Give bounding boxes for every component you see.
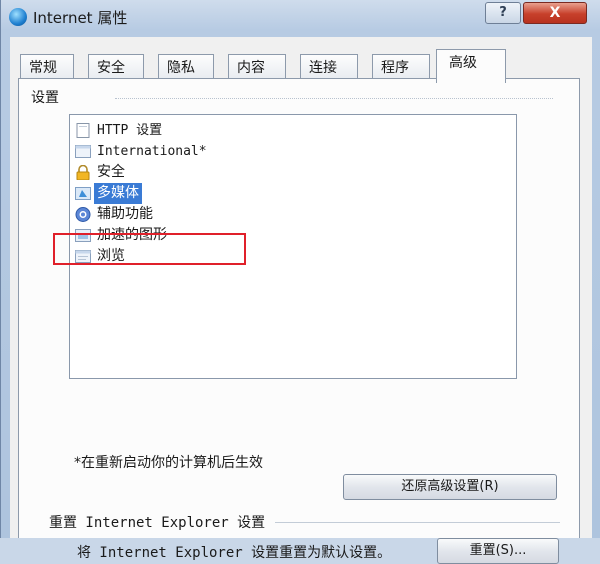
help-button[interactable]: ? [485, 2, 521, 24]
tree-item-label: HTTP 设置 [97, 123, 163, 138]
highlight-annotation-box [53, 233, 246, 265]
advanced-tab-page: 设置 HTTP 设置 International* 安全 多媒体 辅助功能 加速… [18, 78, 580, 564]
tab-advanced[interactable]: 高级 [436, 49, 506, 83]
internet-properties-window: Internet 属性 ? X 常规 安全 隐私 内容 连接 程序 高级 设置 … [0, 0, 600, 564]
tab-general[interactable]: 常规 [20, 54, 74, 80]
restart-note: *在重新启动你的计算机后生效 [74, 455, 263, 471]
tab-connections[interactable]: 连接 [300, 54, 358, 80]
tree-item-label: 安全 [97, 164, 125, 180]
tab-security[interactable]: 安全 [88, 54, 144, 80]
window-title: Internet 属性 [33, 9, 128, 27]
tab-programs[interactable]: 程序 [372, 54, 430, 80]
tree-item-label: 辅助功能 [97, 206, 153, 222]
accessibility-icon [75, 207, 91, 222]
tab-content[interactable]: 内容 [228, 54, 286, 80]
restore-advanced-settings-button[interactable]: 还原高级设置(R) [343, 474, 557, 500]
media-icon [75, 186, 91, 201]
tab-strip: 常规 安全 隐私 内容 连接 程序 高级 [20, 49, 580, 83]
dialog-body: 常规 安全 隐私 内容 连接 程序 高级 设置 HTTP 设置 Internat… [10, 37, 592, 564]
settings-group-label: 设置 [31, 90, 59, 106]
reset-section-divider [275, 522, 560, 523]
close-button[interactable]: X [523, 2, 587, 24]
tree-item-label: International* [97, 144, 207, 159]
reset-section-heading: 重置 Internet Explorer 设置 [49, 515, 266, 531]
tree-item-label: 多媒体 [94, 183, 142, 204]
internet-explorer-icon [9, 8, 27, 26]
page-icon [75, 123, 91, 138]
reset-description: 将 Internet Explorer 设置重置为默认设置。 [77, 545, 392, 561]
title-bar: Internet 属性 ? X [1, 0, 600, 34]
lock-icon [75, 164, 91, 181]
settings-group-divider [115, 98, 553, 99]
page-icon [75, 144, 91, 159]
reset-button[interactable]: 重置(S)... [437, 538, 559, 564]
tab-privacy[interactable]: 隐私 [158, 54, 214, 80]
